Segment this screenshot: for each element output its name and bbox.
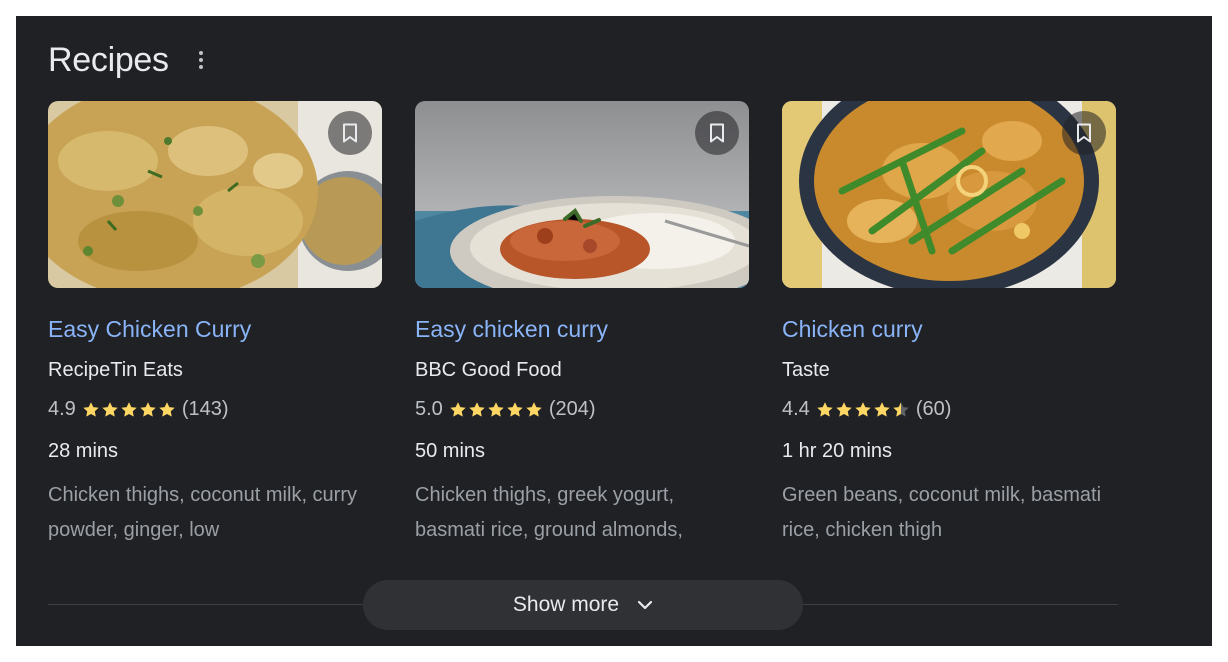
ingredients-text: Chicken thighs, coconut milk, curry powd… [48, 484, 358, 541]
star-rating [449, 401, 543, 418]
recipe-source: BBC Good Food [415, 359, 562, 381]
rating-value: 4.9 [48, 398, 76, 420]
rating-value: 5.0 [415, 398, 443, 420]
rating-row: 4.9 (143) [48, 396, 382, 422]
recipe-card-1[interactable]: Easy Chicken Curry RecipeTin Eats 4.9 (1… [48, 101, 382, 548]
ingredients-text: Green beans, coconut milk, basmati rice,… [782, 484, 1102, 541]
recipe-image-2[interactable] [415, 101, 749, 288]
bookmark-icon [343, 123, 357, 143]
rating-row: 5.0 (204) [415, 396, 749, 422]
recipe-title[interactable]: Easy chicken curry [415, 314, 749, 344]
star-icon [121, 401, 137, 417]
star-icon [836, 401, 852, 417]
bookmark-button[interactable] [695, 111, 739, 155]
show-more-button[interactable]: Show more [363, 580, 803, 630]
section-title: Recipes [48, 40, 169, 79]
bookmark-button[interactable] [328, 111, 372, 155]
review-count: (204) [548, 398, 596, 420]
star-rating [816, 401, 910, 418]
recipe-image-3[interactable] [782, 101, 1116, 288]
star-icon [140, 401, 156, 417]
star-icon [507, 401, 523, 417]
review-count: (60) [915, 398, 952, 420]
star-icon [469, 401, 485, 417]
star-icon [855, 401, 871, 417]
bookmark-icon [1077, 123, 1091, 143]
star-icon [874, 401, 890, 417]
recipe-card-2[interactable]: Easy chicken curry BBC Good Food 5.0 (20… [415, 101, 749, 548]
recipe-image-1[interactable] [48, 101, 382, 288]
recipe-cards: Easy Chicken Curry RecipeTin Eats 4.9 (1… [48, 101, 1116, 548]
review-count: (143) [181, 398, 229, 420]
bookmark-button[interactable] [1062, 111, 1106, 155]
star-icon [817, 401, 833, 417]
recipe-source: Taste [782, 359, 830, 381]
bookmark-icon [710, 123, 724, 143]
recipes-header: Recipes [48, 38, 207, 82]
star-icon [83, 401, 99, 417]
star-icon [488, 401, 504, 417]
cook-time: 1 hr 20 mins [782, 440, 893, 462]
more-vertical-icon[interactable] [195, 45, 207, 75]
star-icon [526, 401, 542, 417]
rating-row: 4.4 (60) [782, 396, 1116, 422]
recipe-card-3[interactable]: Chicken curry Taste 4.4 (60) 1 hr 20 min… [782, 101, 1116, 548]
recipe-title[interactable]: Easy Chicken Curry [48, 314, 382, 344]
ingredients-text: Chicken thighs, greek yogurt, basmati ri… [415, 484, 683, 541]
show-more-label: Show more [512, 593, 620, 616]
half-star-icon [893, 401, 909, 417]
cook-time: 50 mins [415, 440, 486, 462]
star-icon [102, 401, 118, 417]
recipe-source: RecipeTin Eats [48, 359, 183, 381]
recipe-title[interactable]: Chicken curry [782, 314, 1116, 344]
star-icon [450, 401, 466, 417]
star-rating [82, 401, 176, 418]
star-icon [159, 401, 175, 417]
rating-value: 4.4 [782, 398, 810, 420]
chevron-down-icon [638, 600, 653, 610]
recipes-panel: Recipes Easy Chicken Curry RecipeTin Eat… [16, 16, 1212, 646]
cook-time: 28 mins [48, 440, 119, 462]
